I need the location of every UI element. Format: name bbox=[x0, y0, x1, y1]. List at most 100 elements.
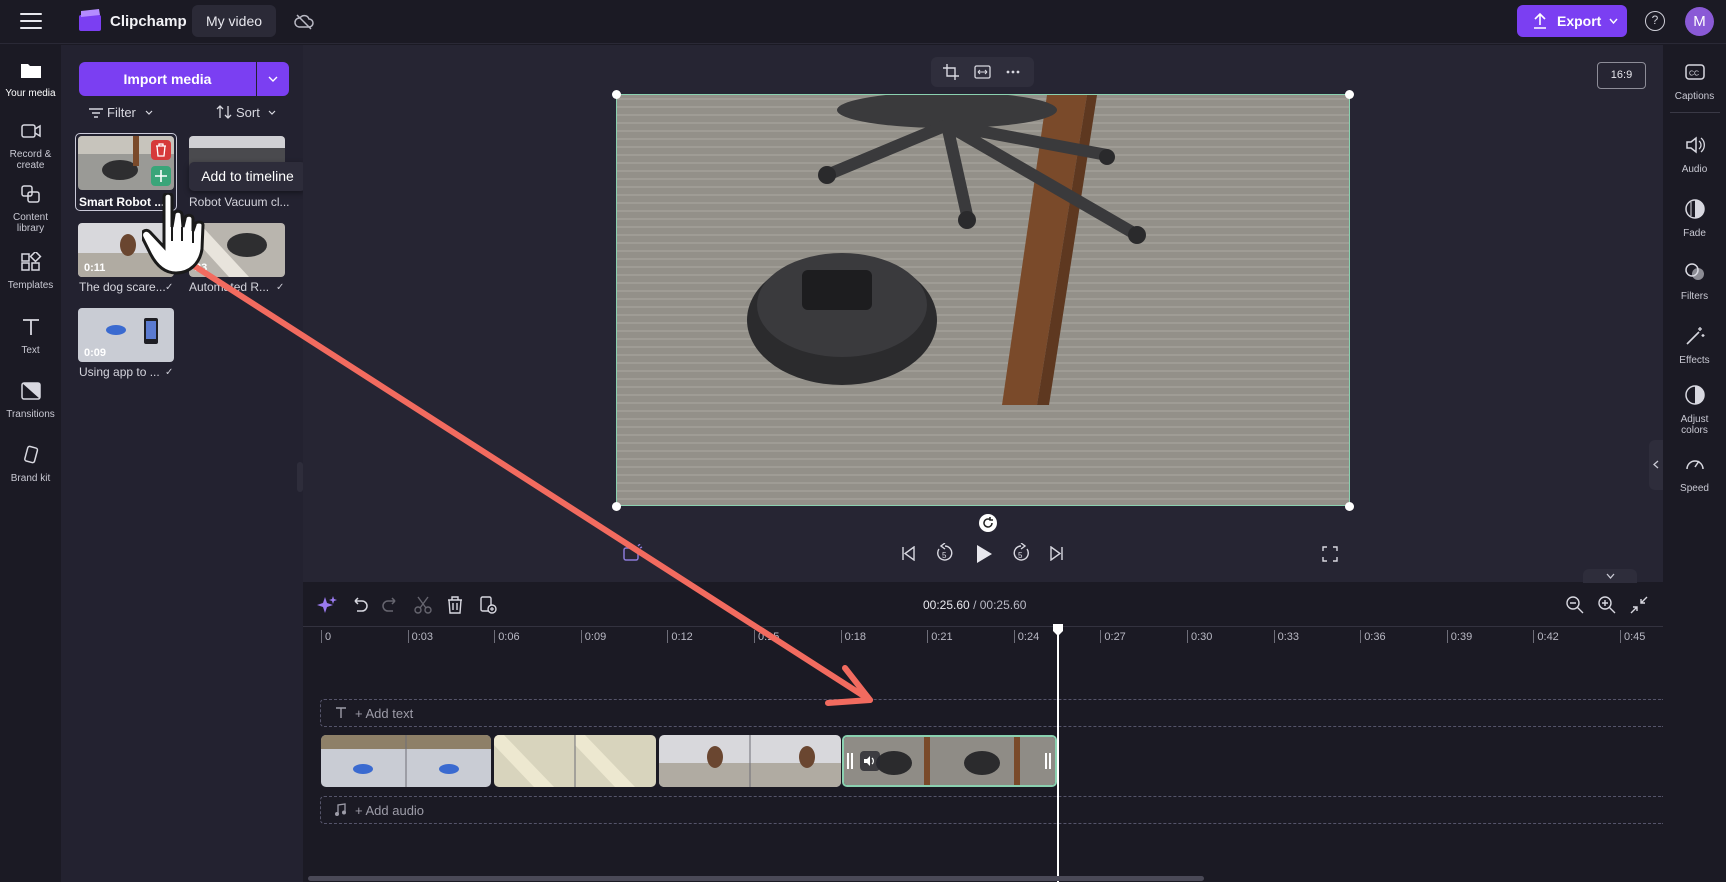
media-caption: Using app to ... bbox=[79, 365, 160, 379]
ai-sparkle-icon[interactable] bbox=[317, 595, 337, 615]
media-thumbnail[interactable]: 0:11 bbox=[78, 223, 174, 277]
rotate-handle[interactable] bbox=[979, 514, 997, 532]
timeline-clip[interactable] bbox=[321, 735, 491, 787]
undo-icon[interactable] bbox=[349, 595, 369, 615]
playhead[interactable] bbox=[1057, 628, 1059, 882]
media-thumbnail[interactable]: 0:09 bbox=[78, 308, 174, 362]
crop-icon[interactable] bbox=[943, 64, 959, 80]
fit-timeline-icon[interactable] bbox=[1629, 595, 1649, 615]
clip-trim-handle-left[interactable] bbox=[847, 753, 853, 769]
zoom-in-icon[interactable] bbox=[1597, 595, 1617, 615]
play-icon[interactable] bbox=[975, 544, 993, 564]
import-media-button[interactable]: Import media bbox=[79, 62, 256, 96]
timeline-clip[interactable] bbox=[659, 735, 841, 787]
timeline-scrollbar[interactable] bbox=[308, 876, 1204, 881]
playhead-handle[interactable] bbox=[1052, 623, 1064, 637]
left-navigation-rail: Your media Record & create Content libra… bbox=[0, 45, 61, 882]
resize-handle[interactable] bbox=[1345, 90, 1354, 99]
rail-item-captions[interactable]: CC Captions bbox=[1663, 61, 1726, 102]
ruler-label: 0:09 bbox=[584, 631, 607, 643]
fit-icon[interactable] bbox=[974, 65, 991, 79]
more-options-icon[interactable] bbox=[1006, 70, 1020, 74]
aspect-ratio-button[interactable]: 16:9 bbox=[1597, 62, 1646, 89]
clipchamp-logo-icon bbox=[79, 9, 101, 31]
fullscreen-icon[interactable] bbox=[1322, 546, 1338, 562]
rail-item-templates[interactable]: Templates bbox=[0, 250, 61, 291]
rail-label: Content library bbox=[12, 212, 49, 234]
forward-5-icon[interactable]: 5 bbox=[1011, 543, 1031, 563]
trash-icon[interactable] bbox=[445, 595, 465, 615]
rail-label: Captions bbox=[1674, 91, 1715, 102]
filter-button[interactable]: Filter bbox=[89, 105, 153, 127]
rail-item-transitions[interactable]: Transitions bbox=[0, 381, 61, 420]
skip-forward-icon[interactable] bbox=[1049, 546, 1064, 561]
sort-label: Sort bbox=[236, 105, 260, 120]
avatar[interactable]: M bbox=[1685, 7, 1714, 36]
video-preview[interactable] bbox=[616, 94, 1350, 506]
ruler-tick bbox=[927, 630, 929, 643]
sort-button[interactable]: Sort bbox=[216, 105, 276, 127]
camera-icon bbox=[20, 124, 41, 138]
divider bbox=[1670, 112, 1720, 113]
magic-camera-icon[interactable] bbox=[623, 544, 643, 562]
clip-filmstrip bbox=[494, 735, 656, 787]
rail-label: Templates bbox=[7, 280, 54, 291]
split-icon[interactable] bbox=[413, 595, 433, 615]
menu-icon[interactable] bbox=[20, 13, 42, 31]
resize-handle[interactable] bbox=[612, 90, 621, 99]
add-to-timeline-button[interactable] bbox=[151, 166, 171, 186]
current-time: 00:25.60 bbox=[923, 598, 970, 612]
zoom-out-icon[interactable] bbox=[1565, 595, 1585, 615]
add-audio-label: + Add audio bbox=[355, 803, 425, 818]
collapse-preview-button[interactable] bbox=[1583, 569, 1637, 583]
rail-item-effects[interactable]: Effects bbox=[1663, 325, 1726, 366]
folder-icon bbox=[20, 64, 41, 78]
preview-toolbar bbox=[931, 57, 1034, 87]
rail-item-adjust-colors[interactable]: Adjust colors bbox=[1663, 384, 1726, 436]
rail-item-text[interactable]: Text bbox=[0, 317, 61, 356]
resize-handle[interactable] bbox=[612, 502, 621, 511]
ruler-tick bbox=[754, 630, 755, 643]
skip-back-icon[interactable] bbox=[901, 546, 916, 561]
rail-label: Audio bbox=[1681, 164, 1708, 175]
add-audio-track[interactable]: + Add audio bbox=[320, 796, 1663, 824]
plus-icon bbox=[155, 170, 167, 182]
rail-item-your-media[interactable]: Your media bbox=[0, 60, 61, 99]
redo-icon[interactable] bbox=[381, 595, 401, 615]
chevron-down-icon bbox=[145, 110, 152, 115]
add-text-track[interactable]: + Add text bbox=[320, 699, 1663, 727]
cloud-sync-off-icon[interactable] bbox=[294, 12, 314, 32]
ruler-tick bbox=[321, 630, 322, 643]
clip-trim-handle-right[interactable] bbox=[1045, 753, 1051, 769]
delete-button[interactable] bbox=[151, 140, 171, 160]
help-icon[interactable]: ? bbox=[1645, 11, 1665, 31]
ruler-tick bbox=[1013, 630, 1015, 643]
transitions-icon bbox=[20, 382, 41, 400]
duplicate-icon[interactable] bbox=[478, 595, 498, 615]
timeline-clip-selected[interactable] bbox=[842, 735, 1057, 787]
rail-item-audio[interactable]: Audio bbox=[1663, 134, 1726, 175]
ruler-label: 0:30 bbox=[1191, 631, 1213, 643]
media-thumbnail[interactable] bbox=[78, 136, 174, 190]
rail-label: Effects bbox=[1679, 355, 1710, 366]
right-properties-rail: CC Captions Audio Fade Filters Effects A… bbox=[1663, 45, 1726, 882]
timeline-clip[interactable] bbox=[494, 735, 656, 787]
expand-right-panel-button[interactable] bbox=[1649, 440, 1663, 490]
rail-item-fade[interactable]: Fade bbox=[1663, 198, 1726, 239]
media-thumbnail[interactable]: 23 bbox=[189, 223, 285, 277]
export-button[interactable]: Export bbox=[1517, 5, 1627, 37]
rail-item-speed[interactable]: Speed bbox=[1663, 453, 1726, 494]
rail-item-filters[interactable]: Filters bbox=[1663, 261, 1726, 302]
resize-handle[interactable] bbox=[1345, 502, 1354, 511]
rail-item-record-create[interactable]: Record & create bbox=[0, 121, 61, 171]
import-dropdown-button[interactable] bbox=[257, 62, 289, 96]
rail-label: Filters bbox=[1680, 291, 1709, 302]
ruler-tick bbox=[407, 630, 409, 643]
video-title[interactable]: My video bbox=[192, 5, 277, 37]
ruler-tick bbox=[580, 630, 582, 643]
rail-item-brand-kit[interactable]: Brand kit bbox=[0, 445, 61, 484]
clip-filmstrip bbox=[659, 735, 841, 787]
clip-audio-button[interactable] bbox=[860, 751, 880, 771]
rail-item-content-library[interactable]: Content library bbox=[0, 184, 61, 234]
rewind-5-icon[interactable]: 5 bbox=[935, 543, 955, 563]
